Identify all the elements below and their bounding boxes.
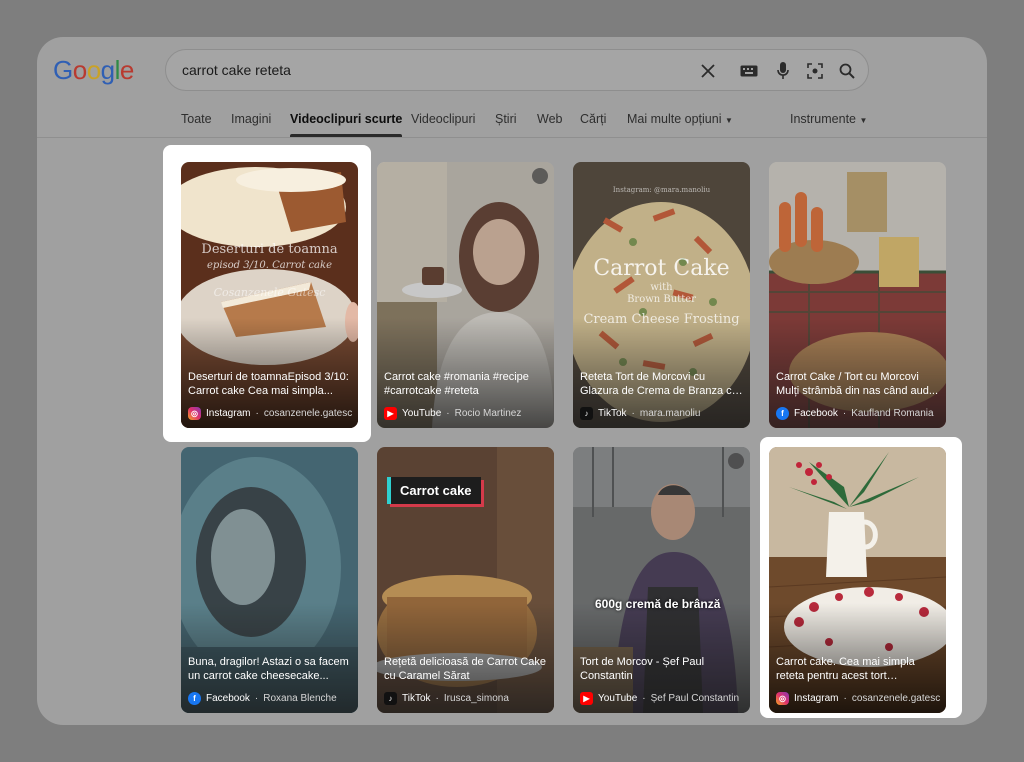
tabs-divider bbox=[37, 137, 987, 138]
video-card[interactable]: Carrot cake #romania #recipe #carrotcake… bbox=[377, 162, 554, 428]
tab-stiri[interactable]: Știri bbox=[495, 112, 517, 126]
tools-button[interactable]: Instrumente ▼ bbox=[790, 112, 867, 126]
video-overlay-with: with bbox=[650, 282, 673, 293]
tiktok-icon: ♪ bbox=[580, 407, 593, 420]
google-logo[interactable]: Google bbox=[53, 55, 134, 86]
search-icon[interactable] bbox=[836, 60, 858, 82]
tab-imagini[interactable]: Imagini bbox=[231, 112, 271, 126]
keyboard-icon[interactable] bbox=[738, 60, 760, 82]
video-badge-icon bbox=[728, 453, 744, 469]
video-caption: Reteta Tort de Morcovi cu Glazura de Cre… bbox=[580, 371, 738, 397]
video-overlay-subtitle: episod 3/10. Carrot cake bbox=[207, 260, 332, 271]
video-caption: Carrot cake #romania #recipe #carrotcake… bbox=[384, 371, 529, 397]
tiktok-icon: ♪ bbox=[384, 692, 397, 705]
video-overlay-tag: 600g cremă de brânză bbox=[595, 597, 721, 611]
video-card[interactable]: 600g cremă de brânză Tort de Morcov - Șe… bbox=[573, 447, 750, 713]
instagram-icon: ◎ bbox=[776, 692, 789, 705]
dropdown-arrow-icon: ▼ bbox=[859, 116, 868, 125]
clear-icon[interactable] bbox=[697, 60, 719, 82]
video-overlay-title: Deserturi de toamna bbox=[201, 242, 338, 257]
video-source: ♪ TikTok · mara.manoliu bbox=[580, 407, 746, 420]
video-caption: Tort de Morcov - Șef Paul Constantin bbox=[580, 656, 705, 682]
video-source: ▶ YouTube · Rocio Martinez bbox=[384, 407, 550, 420]
video-overlay-tag: Carrot cake bbox=[387, 477, 481, 504]
instagram-icon: ◎ bbox=[188, 407, 201, 420]
youtube-icon: ▶ bbox=[580, 692, 593, 705]
tab-carti[interactable]: Cărți bbox=[580, 112, 606, 126]
video-card[interactable]: Buna, dragilor! Astazi o sa facem un car… bbox=[181, 447, 358, 713]
browser-window: Google carrot cake reteta Toate Imagini … bbox=[37, 37, 987, 725]
youtube-icon: ▶ bbox=[384, 407, 397, 420]
facebook-icon: f bbox=[776, 407, 789, 420]
video-source: ♪ TikTok · Irusca_simona bbox=[384, 692, 550, 705]
dropdown-arrow-icon: ▼ bbox=[724, 116, 733, 125]
video-caption: Buna, dragilor! Astazi o sa facem un car… bbox=[188, 656, 349, 682]
video-source: ▶ YouTube · Șef Paul Constantin bbox=[580, 692, 746, 705]
video-caption: Deserturi de toamnaEpisod 3/10: Carrot c… bbox=[188, 371, 349, 397]
video-source: ◎ Instagram · cosanzenele.gatesc bbox=[776, 692, 942, 705]
tab-toate[interactable]: Toate bbox=[181, 112, 212, 126]
video-overlay-subtitle: Brown Butter bbox=[627, 294, 696, 305]
video-source: ◎ Instagram · cosanzenele.gatesc bbox=[188, 407, 354, 420]
video-caption: Carrot cake. Cea mai simpla reteta pentr… bbox=[776, 656, 915, 682]
video-overlay-title: Carrot Cake bbox=[593, 256, 730, 281]
video-overlay-signature: Cosanzenele Gatesc bbox=[213, 286, 326, 299]
search-bar[interactable]: carrot cake reteta bbox=[165, 49, 869, 91]
video-source: f Facebook · Roxana Blenche bbox=[188, 692, 354, 705]
video-caption: Rețetă delicioasă de Carrot Cake cu Cara… bbox=[384, 656, 547, 682]
tab-videoclipuri[interactable]: Videoclipuri bbox=[411, 112, 475, 126]
video-card[interactable]: Carrot cake. Cea mai simpla reteta pentr… bbox=[769, 447, 946, 713]
video-source: f Facebook · Kaufland Romania bbox=[776, 407, 942, 420]
facebook-icon: f bbox=[188, 692, 201, 705]
video-caption: Carrot Cake / Tort cu Morcovi Mulți strâ… bbox=[776, 371, 939, 397]
tab-more-options[interactable]: Mai multe opțiuni ▼ bbox=[627, 112, 733, 126]
video-overlay-subtitle: Cream Cheese Frosting bbox=[583, 312, 740, 327]
camera-lens-icon[interactable] bbox=[804, 60, 826, 82]
video-card[interactable]: Carrot Cake / Tort cu Morcovi Mulți strâ… bbox=[769, 162, 946, 428]
search-input[interactable]: carrot cake reteta bbox=[182, 62, 291, 78]
video-card[interactable]: Instagram: @mara.manoliu Carrot Cake wit… bbox=[573, 162, 750, 428]
video-overlay-handle: Instagram: @mara.manoliu bbox=[612, 186, 711, 194]
video-card[interactable]: Deserturi de toamna episod 3/10. Carrot … bbox=[181, 162, 358, 428]
tab-web[interactable]: Web bbox=[537, 112, 562, 126]
video-badge-icon bbox=[532, 168, 548, 184]
tab-videoclipuri-scurte[interactable]: Videoclipuri scurte bbox=[290, 112, 403, 137]
microphone-icon[interactable] bbox=[772, 60, 794, 82]
video-card[interactable]: Carrot cake Rețetă delicioasă de Carrot … bbox=[377, 447, 554, 713]
